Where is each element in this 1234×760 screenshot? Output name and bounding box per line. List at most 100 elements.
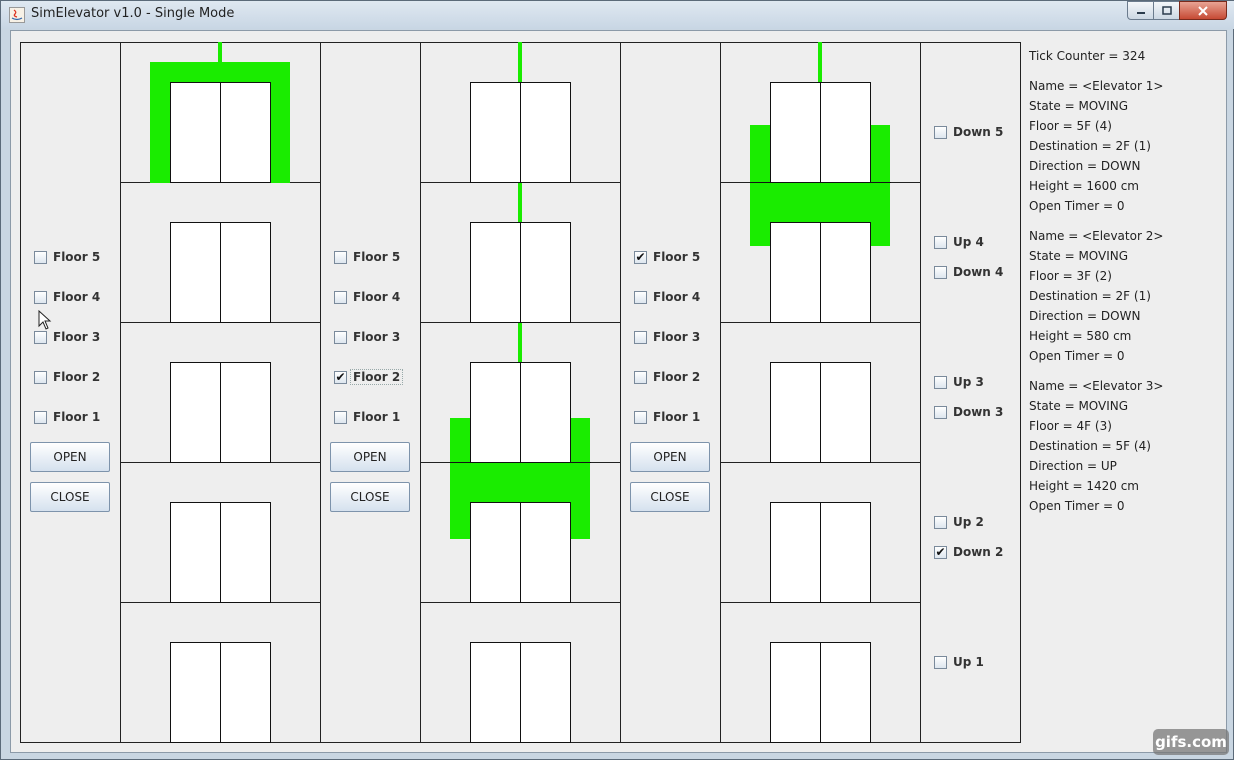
door-split-line [220,642,221,743]
minimize-icon [1136,11,1145,14]
floor-request-checkbox[interactable]: ✔ Floor 5 [634,247,700,267]
floor-request-checkbox[interactable]: ✔ Floor 2 [334,367,404,387]
hall-call-checkbox[interactable]: Down 4 [934,262,1003,282]
elevator-cable [518,42,522,83]
hall-call-checkbox[interactable]: Down 3 [934,402,1003,422]
checkbox-box[interactable] [634,290,647,304]
floor-request-checkbox[interactable]: Floor 5 [34,247,100,267]
checkbox-box[interactable] [34,330,47,344]
checkbox-box[interactable] [334,330,347,344]
close-door-button[interactable]: CLOSE [330,482,410,512]
close-door-button[interactable]: CLOSE [30,482,110,512]
floor-request-checkbox[interactable]: Floor 3 [334,327,400,347]
window-title: SimElevator v1.0 - Single Mode [31,6,235,21]
checkbox-box[interactable] [34,410,47,424]
close-door-button[interactable]: CLOSE [630,482,710,512]
close-window-button[interactable] [1179,1,1227,20]
checkbox-box[interactable] [934,655,947,669]
checkbox-box[interactable] [34,370,47,384]
checkbox-box[interactable] [334,250,347,264]
elevator-status-direction: Direction = DOWN [1029,309,1141,323]
checkbox-box[interactable] [934,405,947,419]
checkbox-box[interactable] [34,250,47,264]
checkbox-box[interactable] [634,410,647,424]
floor-request-checkbox[interactable]: Floor 4 [334,287,400,307]
checkmark-icon[interactable]: ✔ [934,545,947,559]
checkmark-icon[interactable]: ✔ [634,250,647,264]
floor-request-checkbox[interactable]: Floor 2 [634,367,700,387]
open-door-button[interactable]: OPEN [330,442,410,472]
elevator-cable [518,322,522,363]
maximize-button[interactable] [1153,1,1180,20]
open-door-button[interactable]: OPEN [630,442,710,472]
elevator-status-floor: Floor = 3F (2) [1029,269,1112,283]
floor-request-label: Floor 3 [353,330,401,344]
hall-call-label: Up 4 [953,235,984,249]
checkmark-icon[interactable]: ✔ [334,370,347,384]
floor-request-checkbox[interactable]: Floor 3 [634,327,700,347]
checkbox-box[interactable] [34,290,47,304]
hall-call-label: Down 3 [953,405,1004,419]
gifs-watermark: gifs.com [1153,729,1229,755]
hall-call-checkbox[interactable]: Up 1 [934,652,984,672]
panel-column [20,42,121,743]
door-split-line [820,82,821,183]
minimize-button[interactable] [1127,1,1154,20]
door-split-line [820,222,821,323]
checkbox-box[interactable] [634,330,647,344]
floor-request-checkbox[interactable]: Floor 4 [634,287,700,307]
tick-counter: Tick Counter = 324 [1029,49,1146,63]
checkbox-box[interactable] [334,410,347,424]
elevator-status-state: State = MOVING [1029,99,1129,113]
door-split-line [520,362,521,463]
floor-line [750,182,891,183]
floor-request-label: Floor 3 [53,330,101,344]
checkbox-box[interactable] [634,370,647,384]
elevator-status-destination: Destination = 2F (1) [1029,289,1151,303]
floor-request-checkbox[interactable]: Floor 2 [34,367,100,387]
door-split-line [520,222,521,323]
hall-call-label: Up 1 [953,655,984,669]
floor-request-checkbox[interactable]: Floor 1 [634,407,700,427]
checkbox-box[interactable] [334,290,347,304]
hall-call-checkbox[interactable]: Up 4 [934,232,984,252]
floor-request-checkbox[interactable]: Floor 3 [34,327,100,347]
checkbox-box[interactable] [934,265,947,279]
hall-call-checkbox[interactable]: Up 2 [934,512,984,532]
floor-request-label: Floor 2 [350,369,404,385]
floor-request-label: Floor 4 [653,290,701,304]
elevator-status-direction: Direction = UP [1029,459,1117,473]
checkbox-box[interactable] [934,125,947,139]
elevator-cable [818,42,822,83]
panel-column [620,42,721,743]
java-app-icon [9,7,25,23]
hall-call-checkbox[interactable]: ✔ Down 2 [934,542,1003,562]
floor-request-checkbox[interactable]: Floor 4 [34,287,100,307]
door-split-line [520,82,521,183]
title-bar[interactable]: SimElevator v1.0 - Single Mode [1,1,1234,29]
elevator-status-destination: Destination = 5F (4) [1029,439,1151,453]
floor-request-label: Floor 2 [53,370,101,384]
elevator-status-height: Height = 1600 cm [1029,179,1139,193]
floor-line [450,462,591,463]
checkbox-box[interactable] [934,235,947,249]
door-split-line [220,222,221,323]
open-door-button[interactable]: OPEN [30,442,110,472]
checkbox-box[interactable] [934,375,947,389]
door-split-line [220,362,221,463]
hall-call-label: Down 2 [953,545,1004,559]
floor-request-checkbox[interactable]: Floor 1 [34,407,100,427]
application-window: SimElevator v1.0 - Single Mode Floor 5 Fl… [0,0,1234,760]
floor-request-checkbox[interactable]: Floor 5 [334,247,400,267]
hall-call-checkbox[interactable]: Down 5 [934,122,1003,142]
maximize-icon [1161,6,1172,15]
floor-request-label: Floor 4 [353,290,401,304]
floor-request-checkbox[interactable]: Floor 1 [334,407,400,427]
panel-column [920,42,1021,743]
hall-call-checkbox[interactable]: Up 3 [934,372,984,392]
floor-request-label: Floor 2 [653,370,701,384]
elevator-cable [218,42,222,64]
elevator-status-open-timer: Open Timer = 0 [1029,499,1125,513]
checkbox-box[interactable] [934,515,947,529]
elevator-status-floor: Floor = 5F (4) [1029,119,1112,133]
